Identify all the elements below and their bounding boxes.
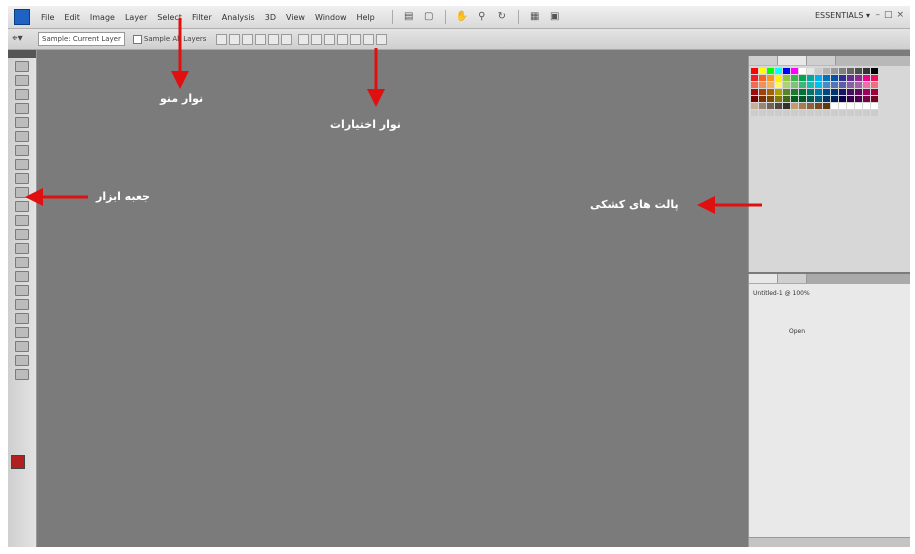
palettes-annotation: پالت های کشکی [590, 198, 679, 211]
optionsbar-annotation: نوار اختیارات [330, 118, 401, 131]
annotation-arrows [25, 18, 762, 214]
toolbox-annotation: جعبه ابزار [96, 190, 150, 203]
menubar-annotation: نوار منو [160, 92, 204, 105]
